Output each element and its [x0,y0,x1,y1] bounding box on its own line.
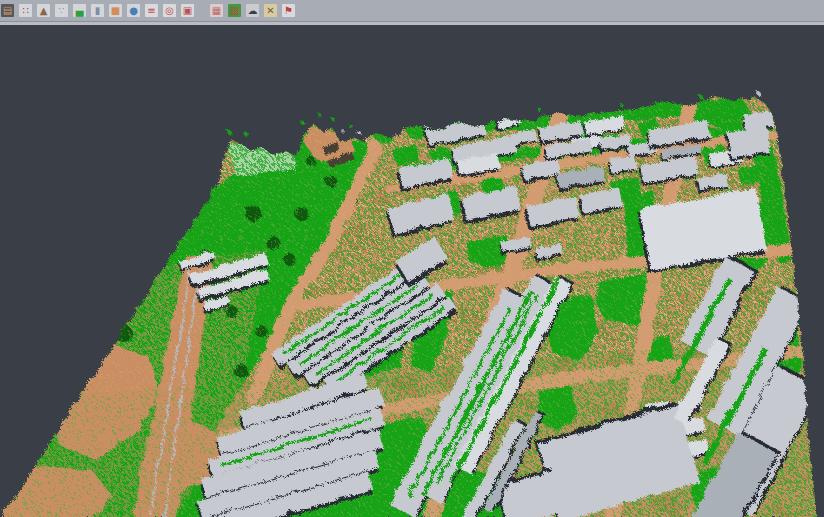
toolbar: ▤ ∷ ▲ ∵ ▄ ▮ ■ ● ≡ ◎ ▣ ▦ ▧ ☁ ✕ ⚑ [0,0,824,22]
terrain-point-cloud [0,0,824,517]
exclude-area-icon[interactable]: ✕ [264,4,277,17]
flag-icon[interactable]: ⚑ [282,4,295,17]
profile-lines-icon[interactable]: ≡ [145,4,158,17]
grid-tool-icon[interactable]: ▦ [210,4,223,17]
circle-tool-icon[interactable]: ◎ [163,4,176,17]
terrain-icon[interactable]: ▲ [37,4,50,17]
classification-map-icon[interactable]: ▧ [228,4,241,17]
ground-square-icon[interactable]: ■ [109,4,122,17]
building-column-icon[interactable]: ▮ [91,4,104,17]
scatter-points-icon[interactable]: ∷ [19,4,32,17]
layers-icon[interactable]: ▤ [1,4,14,17]
viewport-3d-scene[interactable] [0,0,824,517]
point-cloud-icon[interactable]: ☁ [246,4,259,17]
globe-icon[interactable]: ● [127,4,140,17]
classify-points-icon[interactable]: ∵ [55,4,68,17]
select-box-icon[interactable]: ▣ [181,4,194,17]
vegetation-icon[interactable]: ▄ [73,4,86,17]
